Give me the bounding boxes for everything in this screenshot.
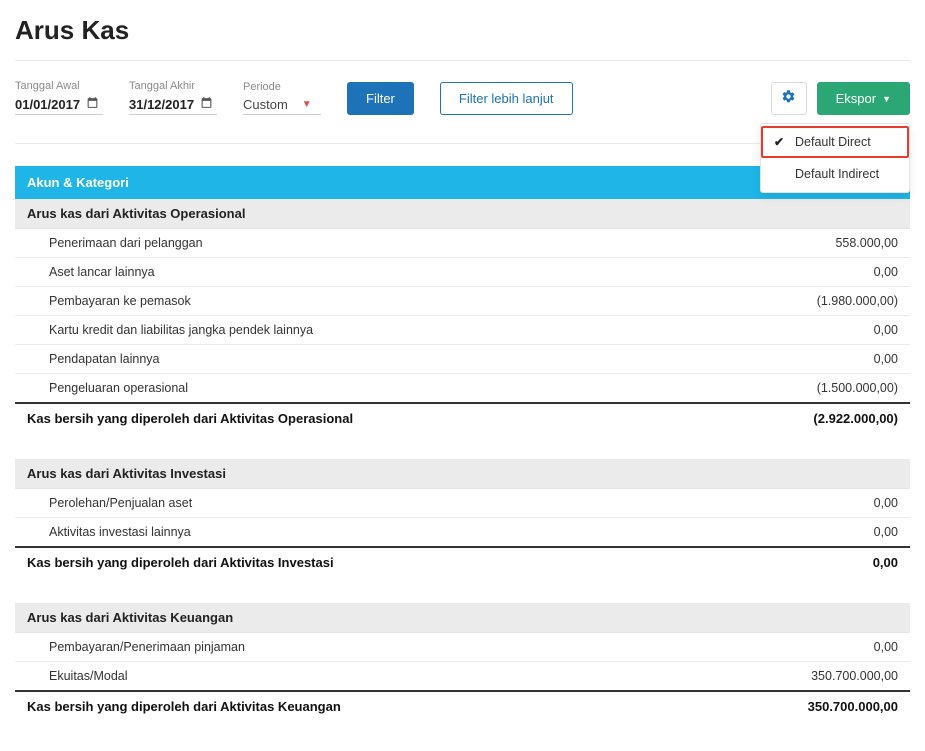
ekspor-button[interactable]: Ekspor ▼ [817, 82, 910, 115]
caret-down-icon: ▼ [882, 94, 891, 104]
section-header: Arus kas dari Aktivitas Operasional [15, 199, 910, 229]
spacer [15, 577, 910, 603]
periode-value: Custom [243, 97, 288, 112]
tanggal-awal-value: 01/01/2017 [15, 97, 80, 112]
tanggal-awal-field: Tanggal Awal 01/01/2017 [15, 80, 103, 115]
ekspor-label: Ekspor [836, 91, 876, 106]
row-value: 0,00 [690, 345, 910, 374]
settings-button[interactable] [771, 82, 807, 115]
tanggal-awal-label: Tanggal Awal [15, 80, 103, 92]
spacer [15, 433, 910, 459]
row-value: 0,00 [690, 316, 910, 345]
tanggal-akhir-input[interactable]: 31/12/2017 [129, 94, 217, 115]
row-value: 0,00 [690, 518, 910, 548]
row-value: 558.000,00 [690, 229, 910, 258]
row-name[interactable]: Aset lancar lainnya [15, 258, 690, 287]
table-row: Perolehan/Penjualan aset0,00 [15, 489, 910, 518]
check-icon: ✔ [771, 135, 787, 149]
row-value: (1.980.000,00) [690, 287, 910, 316]
subtotal-label: Kas bersih yang diperoleh dari Aktivitas… [15, 403, 690, 433]
row-name[interactable]: Aktivitas investasi lainnya [15, 518, 690, 548]
row-value: 0,00 [690, 258, 910, 287]
filter-button[interactable]: Filter [347, 82, 414, 115]
section-header: Arus kas dari Aktivitas Keuangan [15, 603, 910, 633]
settings-menu-item-label: Default Direct [795, 135, 871, 149]
row-value: 0,00 [690, 489, 910, 518]
tanggal-akhir-field: Tanggal Akhir 31/12/2017 [129, 80, 217, 115]
filter-more-button[interactable]: Filter lebih lanjut [440, 82, 573, 115]
row-name[interactable]: Kartu kredit dan liabilitas jangka pende… [15, 316, 690, 345]
table-row: Pembayaran/Penerimaan pinjaman0,00 [15, 633, 910, 662]
page-title: Arus Kas [15, 15, 910, 61]
tanggal-awal-input[interactable]: 01/01/2017 [15, 94, 103, 115]
row-name[interactable]: Perolehan/Penjualan aset [15, 489, 690, 518]
tanggal-akhir-label: Tanggal Akhir [129, 80, 217, 92]
row-name[interactable]: Pendapatan lainnya [15, 345, 690, 374]
settings-menu-item[interactable]: ✔ Default Direct [761, 126, 909, 158]
table-row: Kartu kredit dan liabilitas jangka pende… [15, 316, 910, 345]
table-row: Aset lancar lainnya0,00 [15, 258, 910, 287]
row-value: 0,00 [690, 633, 910, 662]
table-row: Aktivitas investasi lainnya0,00 [15, 518, 910, 548]
table-row: Penerimaan dari pelanggan558.000,00 [15, 229, 910, 258]
report-table: Akun & Kategori /12/2017 Arus kas dari A… [15, 166, 910, 721]
row-value: 350.700.000,00 [690, 662, 910, 692]
gear-icon [781, 89, 796, 108]
table-row: Ekuitas/Modal350.700.000,00 [15, 662, 910, 692]
calendar-icon [86, 96, 99, 112]
right-actions: Ekspor ▼ ✔Default DirectDefault Indirect [771, 82, 910, 115]
periode-label: Periode [243, 81, 321, 93]
table-row: Pengeluaran operasional(1.500.000,00) [15, 374, 910, 404]
col-account-header: Akun & Kategori [15, 166, 690, 199]
row-name[interactable]: Penerimaan dari pelanggan [15, 229, 690, 258]
row-name[interactable]: Ekuitas/Modal [15, 662, 690, 692]
periode-field: Periode Custom ▼ [243, 81, 321, 115]
settings-menu-item[interactable]: Default Indirect [761, 158, 909, 190]
caret-down-icon: ▼ [302, 99, 312, 110]
settings-dropdown: ✔ Default Direct Default Indirect [760, 123, 910, 193]
row-value: (1.500.000,00) [690, 374, 910, 404]
tanggal-akhir-value: 31/12/2017 [129, 97, 194, 112]
subtotal-value: (2.922.000,00) [690, 403, 910, 433]
table-row: Pembayaran ke pemasok(1.980.000,00) [15, 287, 910, 316]
subtotal-label: Kas bersih yang diperoleh dari Aktivitas… [15, 547, 690, 577]
periode-select[interactable]: Custom ▼ [243, 95, 321, 115]
subtotal-value: 0,00 [690, 547, 910, 577]
row-name[interactable]: Pembayaran ke pemasok [15, 287, 690, 316]
settings-menu-item-label: Default Indirect [795, 167, 879, 181]
section-header: Arus kas dari Aktivitas Investasi [15, 459, 910, 489]
filter-bar: Tanggal Awal 01/01/2017 Tanggal Akhir 31… [15, 76, 910, 144]
row-name[interactable]: Pembayaran/Penerimaan pinjaman [15, 633, 690, 662]
row-name[interactable]: Pengeluaran operasional [15, 374, 690, 404]
subtotal-value: 350.700.000,00 [690, 691, 910, 721]
table-row: Pendapatan lainnya0,00 [15, 345, 910, 374]
calendar-icon [200, 96, 213, 112]
subtotal-label: Kas bersih yang diperoleh dari Aktivitas… [15, 691, 690, 721]
